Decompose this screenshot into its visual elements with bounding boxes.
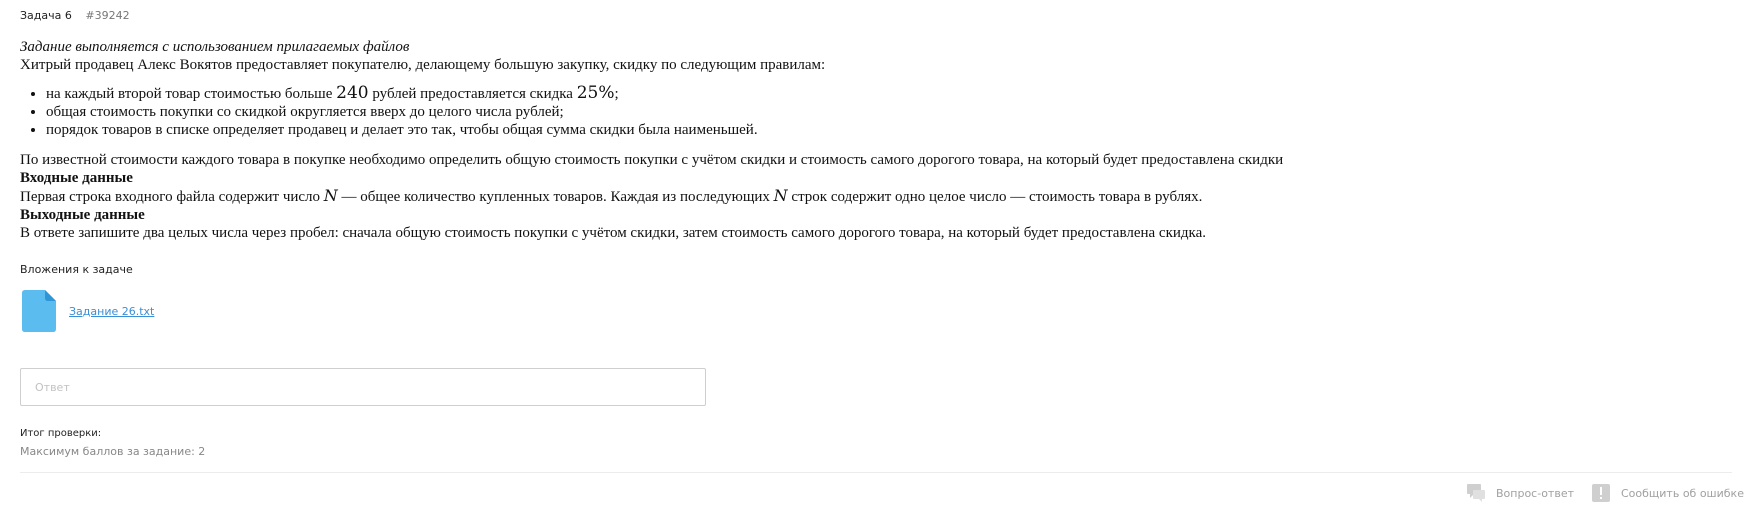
price-threshold: 240	[336, 83, 369, 103]
task-page: Задача 6 #39242 Задание выполняется с ис…	[0, 0, 1750, 530]
exclamation-icon	[1592, 484, 1610, 502]
task-statement: Задание выполняется с использованием при…	[20, 38, 1520, 242]
chat-icon	[1467, 484, 1485, 502]
input-heading: Входные данные	[20, 170, 133, 186]
var-n: N	[323, 186, 338, 205]
files-note: Задание выполняется с использованием при…	[20, 39, 410, 55]
report-error-button[interactable]: Сообщить об ошибке	[1592, 484, 1744, 502]
report-error-label: Сообщить об ошибке	[1621, 486, 1744, 500]
output-heading: Выходные данные	[20, 207, 145, 223]
question-answer-button[interactable]: Вопрос-ответ	[1467, 484, 1574, 502]
attachment-link[interactable]: Задание 26.txt	[69, 305, 154, 318]
result-label: Итог проверки:	[20, 428, 102, 439]
question-answer-label: Вопрос-ответ	[1496, 486, 1574, 500]
attachments-title: Вложения к задаче	[20, 263, 133, 276]
rules-list: на каждый второй товар стоимостью больше…	[20, 84, 1520, 139]
task-number: #39242	[85, 9, 130, 22]
divider	[20, 472, 1732, 473]
output-description: В ответе запишите два целых числа через …	[20, 225, 1206, 241]
statement-intro: Хитрый продавец Алекс Вокятов предоставл…	[20, 57, 826, 73]
answer-input[interactable]	[20, 368, 706, 406]
file-icon[interactable]	[22, 290, 56, 332]
max-score: Максимум баллов за задание: 2	[20, 445, 206, 458]
input-description: Первая строка входного файла содержит чи…	[20, 186, 1203, 206]
task-text: По известной стоимости каждого товара в …	[20, 152, 1284, 168]
task-header: Задача 6 #39242	[20, 9, 130, 22]
var-n: N	[773, 186, 788, 205]
attachment-file[interactable]: Задание 26.txt	[22, 290, 154, 332]
rule-item: общая стоимость покупки со скидкой округ…	[46, 103, 1520, 121]
rule-item: порядок товаров в списке определяет прод…	[46, 121, 1520, 139]
task-title: Задача 6	[20, 9, 72, 22]
discount-value: 25%	[576, 83, 615, 103]
rule-item: на каждый второй товар стоимостью больше…	[46, 84, 1520, 103]
